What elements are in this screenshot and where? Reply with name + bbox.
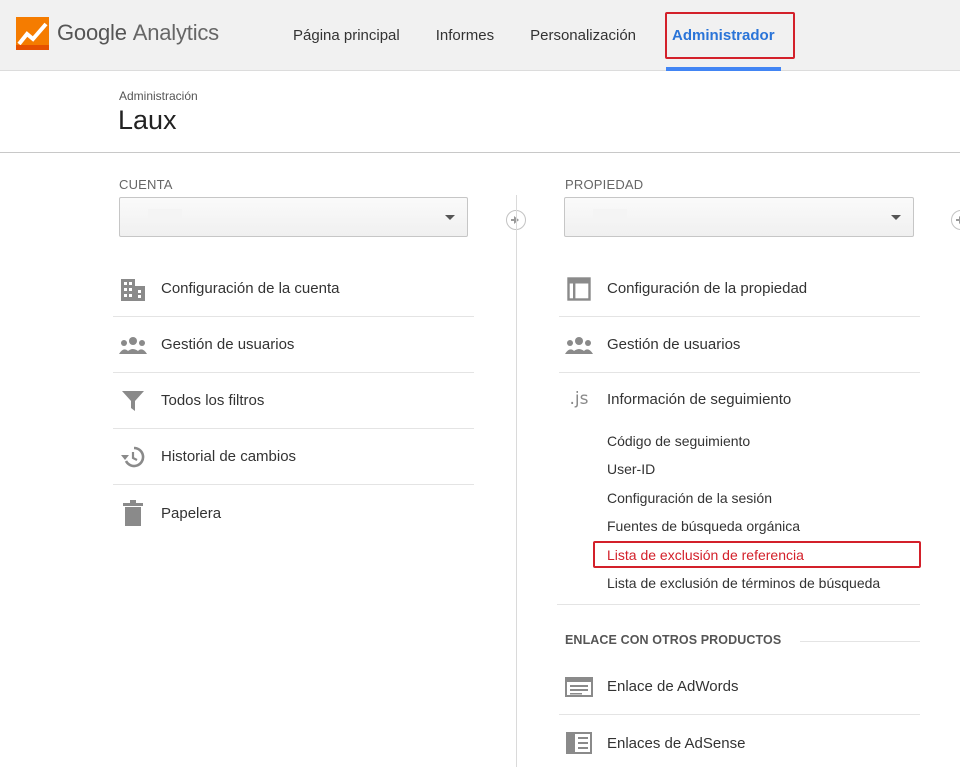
trash-label: Papelera [161, 504, 222, 522]
session-settings-link[interactable]: Configuración de la sesión [607, 490, 772, 506]
change-history-label: Historial de cambios [161, 448, 297, 465]
js-glyph: .js [569, 389, 589, 409]
window-icon [565, 275, 593, 303]
analytics-logo[interactable]: Google Analytics [16, 16, 219, 50]
product-linking-heading-rule [800, 641, 920, 642]
user-id-link[interactable]: User-ID [607, 461, 655, 477]
filter-icon [119, 387, 147, 415]
adwords-icon [565, 673, 593, 701]
property-select-value [593, 209, 627, 223]
page-title: Laux [118, 105, 177, 135]
top-bar: Google Analytics Página principal Informe… [0, 0, 960, 71]
analytics-logo-icon [16, 16, 49, 50]
next-column-arrow-icon[interactable] [951, 210, 960, 230]
logo-brand: Google [57, 20, 127, 45]
account-settings-item[interactable]: Configuración de la cuenta [113, 261, 474, 317]
adsense-icon [565, 729, 593, 757]
adsense-linking-item[interactable]: Enlaces de AdSense [559, 715, 920, 771]
property-settings-label: Configuración de la propiedad [607, 280, 808, 297]
building-icon [119, 275, 147, 303]
tracking-info-item[interactable]: .js Información de seguimiento [559, 371, 920, 427]
users-icon [565, 331, 593, 359]
breadcrumb[interactable]: Administración [119, 89, 198, 103]
history-icon [119, 443, 147, 471]
adsense-linking-label: Enlaces de AdSense [607, 734, 746, 752]
account-users-item[interactable]: Gestión de usuarios [113, 317, 474, 373]
change-history-item[interactable]: Historial de cambios [113, 429, 474, 485]
property-users-label: Gestión de usuarios [607, 336, 741, 353]
account-select-value [148, 209, 182, 223]
admin-highlight-box [665, 12, 795, 59]
page-header: Administración Laux [0, 71, 960, 153]
property-settings-item[interactable]: Configuración de la propiedad [559, 261, 920, 317]
tracking-info-label: Información de seguimiento [607, 390, 792, 408]
all-filters-item[interactable]: Todos los filtros [113, 373, 474, 429]
organic-search-sources-link[interactable]: Fuentes de búsqueda orgánica [607, 518, 800, 534]
nav-customization[interactable]: Personalización [512, 0, 654, 71]
column-divider [516, 195, 517, 767]
search-term-exclusion-list-link[interactable]: Lista de exclusión de términos de búsque… [607, 575, 880, 591]
product-linking-heading: ENLACE CON OTROS PRODUCTOS [565, 633, 782, 647]
users-icon [119, 331, 147, 359]
logo-product: Analytics [132, 20, 219, 45]
js-icon: .js [565, 385, 593, 413]
referral-exclusion-highlight-box [593, 541, 921, 568]
account-select[interactable] [119, 197, 468, 237]
property-column-label: PROPIEDAD [565, 177, 644, 192]
tracking-section-divider [557, 604, 920, 605]
account-users-label: Gestión de usuarios [161, 336, 295, 353]
trash-icon [119, 499, 147, 527]
account-column-label: CUENTA [119, 177, 173, 192]
adwords-linking-label: Enlace de AdWords [607, 678, 739, 695]
property-select[interactable] [564, 197, 914, 237]
property-users-item[interactable]: Gestión de usuarios [559, 317, 920, 373]
trash-item[interactable]: Papelera [113, 485, 474, 541]
account-settings-label: Configuración de la cuenta [161, 280, 340, 297]
tracking-code-link[interactable]: Código de seguimiento [607, 433, 750, 449]
nav-home[interactable]: Página principal [275, 0, 418, 71]
all-filters-label: Todos los filtros [161, 392, 265, 409]
adwords-linking-item[interactable]: Enlace de AdWords [559, 659, 920, 715]
chevron-down-icon [445, 215, 455, 220]
chevron-down-icon [891, 215, 901, 220]
nav-reports[interactable]: Informes [418, 0, 512, 71]
